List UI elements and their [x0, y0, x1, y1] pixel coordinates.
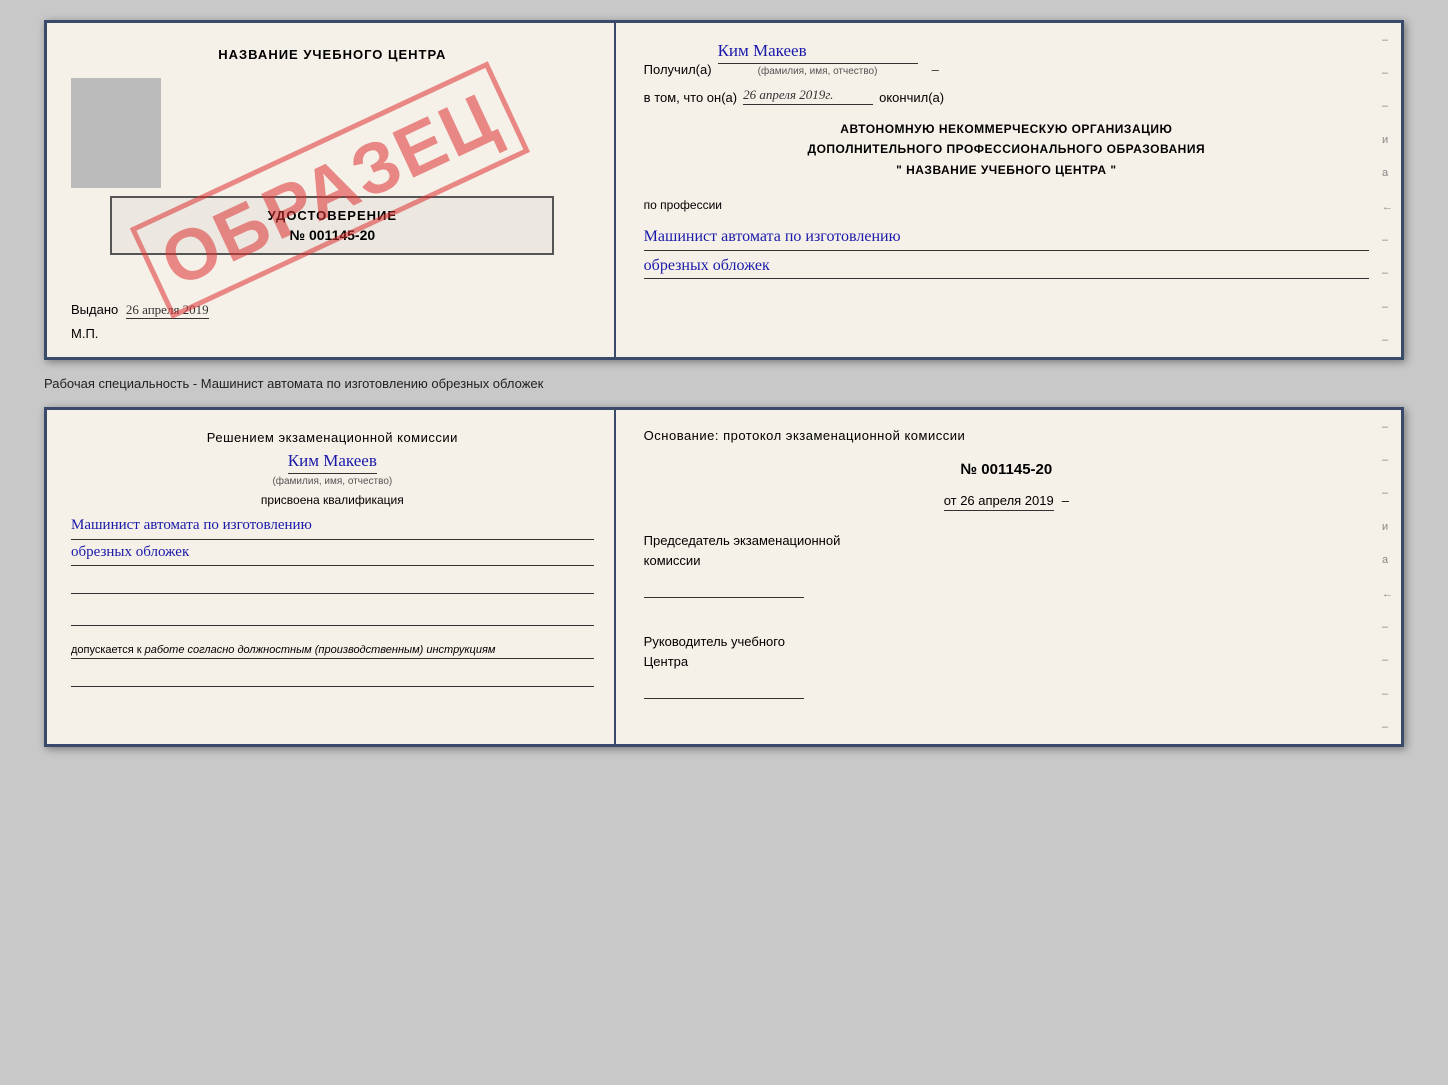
osnovaniye-text: Основание: протокол экзаменационной коми…: [644, 428, 1369, 443]
vtom-date: 26 апреля 2019г.: [743, 87, 873, 105]
komissia-fio-sub: (фамилия, имя, отчество): [272, 476, 392, 487]
specialty-label: Рабочая специальность - Машинист автомат…: [44, 370, 1404, 397]
udostoverenie-number: № 001145-20: [132, 227, 532, 243]
udostoverenie-box: УДОСТОВЕРЕНИЕ № 001145-20: [110, 196, 554, 255]
blank-line-2: [71, 608, 594, 626]
bottom-profession-line2: обрезных обложек: [71, 540, 594, 567]
komissia-name: Ким Макеев: [288, 451, 377, 474]
cert-school-title: НАЗВАНИЕ УЧЕБНОГО ЦЕНТРА: [218, 47, 446, 62]
profession-block: Машинист автомата по изготовлению обрезн…: [644, 222, 1369, 279]
cert-left-panel: НАЗВАНИЕ УЧЕБНОГО ЦЕНТРА УДОСТОВЕРЕНИЕ №…: [47, 23, 616, 357]
ot-dash: –: [1062, 493, 1069, 508]
right-dashes: – – – и а ← – – – –: [1382, 23, 1393, 357]
org-line2: ДОПОЛНИТЕЛЬНОГО ПРОФЕССИОНАЛЬНОГО ОБРАЗО…: [644, 139, 1369, 159]
ot-date: от 26 апреля 2019: [944, 493, 1054, 511]
predsedatel-block: Председатель экзаменационной комиссии: [644, 531, 1369, 598]
profession-line1: Машинист автомата по изготовлению: [644, 224, 1369, 251]
poluchil-name: Ким Макеев: [718, 41, 918, 64]
vtom-row: в том, что он(а) 26 апреля 2019г. окончи…: [644, 87, 1369, 105]
rukovoditel-block: Руководитель учебного Центра: [644, 618, 1369, 699]
komissia-name-block: Ким Макеев (фамилия, имя, отчество): [71, 451, 594, 487]
cert-right-panel: Получил(а) Ким Макеев (фамилия, имя, отч…: [616, 23, 1401, 357]
resheniyem-text: Решением экзаменационной комиссии: [71, 430, 594, 445]
bottom-left-panel: Решением экзаменационной комиссии Ким Ма…: [47, 410, 616, 744]
bottom-certificate-spread: Решением экзаменационной комиссии Ким Ма…: [44, 407, 1404, 747]
dash-separator: –: [932, 62, 939, 77]
vydano-date: 26 апреля 2019: [126, 302, 209, 319]
dopuskaetsya-text: допускается к работе согласно должностны…: [71, 644, 594, 659]
org-line3: " НАЗВАНИЕ УЧЕБНОГО ЦЕНТРА ": [644, 160, 1369, 180]
bottom-profession-block: Машинист автомата по изготовлению обрезн…: [71, 513, 594, 566]
top-certificate-spread: НАЗВАНИЕ УЧЕБНОГО ЦЕНТРА УДОСТОВЕРЕНИЕ №…: [44, 20, 1404, 360]
document-container: НАЗВАНИЕ УЧЕБНОГО ЦЕНТРА УДОСТОВЕРЕНИЕ №…: [44, 20, 1404, 747]
bottom-right-dashes: – – – и а ← – – – –: [1382, 410, 1393, 744]
poluchil-label: Получил(а): [644, 62, 712, 77]
predsedatel-label: Председатель экзаменационной комиссии: [644, 531, 1369, 570]
photo-placeholder: [71, 78, 161, 188]
mp-label: М.П.: [71, 326, 98, 341]
fio-subtitle: (фамилия, имя, отчество): [758, 66, 878, 77]
poluchil-row: Получил(а) Ким Макеев (фамилия, имя, отч…: [644, 41, 1369, 77]
vydano-line: Выдано 26 апреля 2019: [71, 286, 209, 318]
watermark-obrazec: ОБРАЗЕЦ: [130, 61, 530, 319]
udostoverenie-title: УДОСТОВЕРЕНИЕ: [132, 208, 532, 223]
rukovoditel-sig-line: [644, 679, 804, 699]
protocol-number: № 001145-20: [644, 461, 1369, 478]
ot-date-block: от 26 апреля 2019 –: [644, 492, 1369, 511]
okonchil-label: окончил(а): [879, 90, 944, 105]
prisvoena-text: присвоена квалификация: [71, 493, 594, 507]
org-block: АВТОНОМНУЮ НЕКОММЕРЧЕСКУЮ ОРГАНИЗАЦИЮ ДО…: [644, 119, 1369, 180]
vtom-label: в том, что он(а): [644, 90, 737, 105]
dopuskaetsya-italic: работе согласно должностным (производств…: [145, 644, 496, 656]
org-line1: АВТОНОМНУЮ НЕКОММЕРЧЕСКУЮ ОРГАНИЗАЦИЮ: [644, 119, 1369, 139]
po-professii-label: по профессии: [644, 198, 1369, 212]
bottom-profession-line1: Машинист автомата по изготовлению: [71, 513, 594, 540]
blank-line-3: [71, 669, 594, 687]
blank-line-1: [71, 576, 594, 594]
rukovoditel-label: Руководитель учебного Центра: [644, 632, 1369, 671]
profession-line2: обрезных обложек: [644, 253, 1369, 280]
predsedatel-sig-line: [644, 578, 804, 598]
dopuskaetsya-prefix: допускается к: [71, 644, 142, 656]
bottom-right-panel: Основание: протокол экзаменационной коми…: [616, 410, 1401, 744]
